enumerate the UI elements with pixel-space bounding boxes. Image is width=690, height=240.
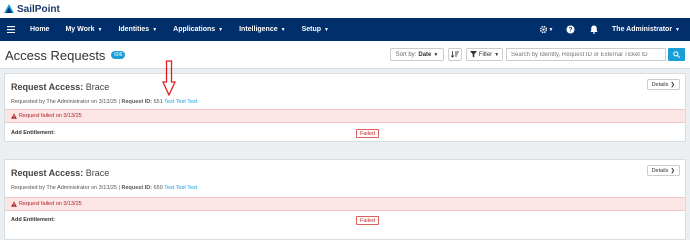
request-title: Request Access: Brace <box>11 168 109 178</box>
warning-icon <box>11 113 17 119</box>
chevron-down-icon: ▼ <box>97 26 103 33</box>
status-badge: Failed <box>356 128 379 138</box>
filter-label: Filter <box>478 51 493 58</box>
brand-name: SailPoint <box>17 3 60 15</box>
search-icon <box>673 51 680 58</box>
count-badge: 606 <box>111 50 126 59</box>
entitlement-label: Add Entitlement: <box>11 130 55 136</box>
page-title-text: Access Requests <box>5 48 106 63</box>
nav-label: Setup <box>301 26 322 33</box>
request-id: 651 <box>153 99 163 105</box>
nav-item-my-work[interactable]: My Work ▼ <box>57 26 110 33</box>
alert-text: Request failed on 3/13/25 <box>19 113 82 119</box>
request-card: Request Access: Brace Requested by The A… <box>4 159 686 240</box>
request-id: 650 <box>153 185 163 191</box>
filter-button[interactable]: Filter ▼ <box>466 48 503 61</box>
filter-icon <box>469 51 477 58</box>
details-button[interactable]: Details ❯ <box>646 165 680 176</box>
nav-item-home[interactable]: Home <box>22 26 57 33</box>
sort-direction-icon <box>451 51 459 58</box>
help-icon[interactable]: ? <box>558 25 582 34</box>
page-header: Access Requests 606 Sort by: Date ▼ Filt… <box>0 41 690 69</box>
status-badge: Failed <box>356 215 379 225</box>
user-name: The Administrator <box>612 26 673 33</box>
identity-name: Brace <box>85 168 110 178</box>
warning-icon <box>11 201 17 207</box>
main-navbar: Home My Work ▼ Identities ▼ Applications ▼ … <box>0 18 690 41</box>
sort-label: Sort by: <box>395 51 417 58</box>
search-button[interactable] <box>668 48 685 61</box>
details-label: Details <box>651 167 669 174</box>
search-input[interactable] <box>506 48 666 61</box>
brand-bar: SailPoint <box>0 0 690 18</box>
alert-text: Request failed on 3/13/25 <box>19 201 82 207</box>
chevron-down-icon: ▼ <box>675 26 680 33</box>
nav-item-identities[interactable]: Identities ▼ <box>110 26 165 33</box>
nav-label: My Work <box>65 26 95 33</box>
request-title: Request Access: Brace <box>11 82 109 92</box>
error-alert: Request failed on 3/13/25 <box>5 109 685 123</box>
details-button[interactable]: Details ❯ <box>646 79 680 90</box>
entitlement-label: Add Entitlement: <box>11 217 55 223</box>
entitlement-row: Add Entitlement: Failed <box>5 213 685 227</box>
nav-item-applications[interactable]: Applications ▼ <box>165 26 231 33</box>
page-title: Access Requests 606 <box>5 48 126 63</box>
hamburger-icon[interactable] <box>0 26 22 33</box>
details-label: Details <box>651 81 669 88</box>
chevron-down-icon: ▼ <box>280 26 286 33</box>
nav-item-setup[interactable]: Setup ▼ <box>294 26 337 33</box>
svg-text:?: ? <box>568 27 572 34</box>
nav-item-intelligence[interactable]: Intelligence ▼ <box>231 26 293 33</box>
chevron-down-icon: ▼ <box>218 26 224 33</box>
nav-label: Home <box>30 26 50 33</box>
requested-by: Requested by The Administrator on 3/13/2… <box>11 99 117 105</box>
chevron-down-icon: ▼ <box>494 51 500 58</box>
error-alert: Request failed on 3/13/25 <box>5 197 685 211</box>
chevron-right-icon: ❯ <box>670 167 675 174</box>
sailpoint-logo[interactable]: SailPoint <box>3 3 60 15</box>
gear-icon[interactable]: ▼ <box>534 25 558 34</box>
request-meta: Requested by The Administrator on 3/13/2… <box>11 99 198 105</box>
sort-direction-button[interactable] <box>448 48 462 61</box>
request-card: Request Access: Brace Requested by The A… <box>4 73 686 142</box>
user-menu[interactable]: The Administrator ▼ <box>606 26 690 33</box>
annotation-arrow-icon <box>162 60 176 96</box>
ticket-id: Test Test Test <box>164 185 198 191</box>
nav-label: Intelligence <box>239 26 278 33</box>
request-title-prefix: Request Access: <box>11 168 84 178</box>
chevron-right-icon: ❯ <box>670 81 675 88</box>
entitlement-row: Add Entitlement: Failed <box>5 126 685 140</box>
sort-dropdown[interactable]: Sort by: Date ▼ <box>390 48 444 61</box>
chevron-down-icon: ▼ <box>324 26 329 33</box>
request-title-prefix: Request Access: <box>11 82 84 92</box>
request-id-label: Request ID: <box>121 99 153 105</box>
request-meta: Requested by The Administrator on 3/13/2… <box>11 185 198 191</box>
chevron-down-icon: ▼ <box>152 26 158 33</box>
nav-label: Identities <box>118 26 150 33</box>
sailpoint-logo-icon <box>4 4 14 13</box>
ticket-id: Test Test Test <box>164 99 198 105</box>
bell-icon[interactable] <box>582 25 606 34</box>
sort-value: Date <box>418 51 432 58</box>
identity-name: Brace <box>85 82 110 92</box>
request-id-label: Request ID: <box>121 185 153 191</box>
requested-by: Requested by The Administrator on 3/13/2… <box>11 185 117 191</box>
nav-label: Applications <box>173 26 216 33</box>
chevron-down-icon: ▼ <box>433 51 439 58</box>
